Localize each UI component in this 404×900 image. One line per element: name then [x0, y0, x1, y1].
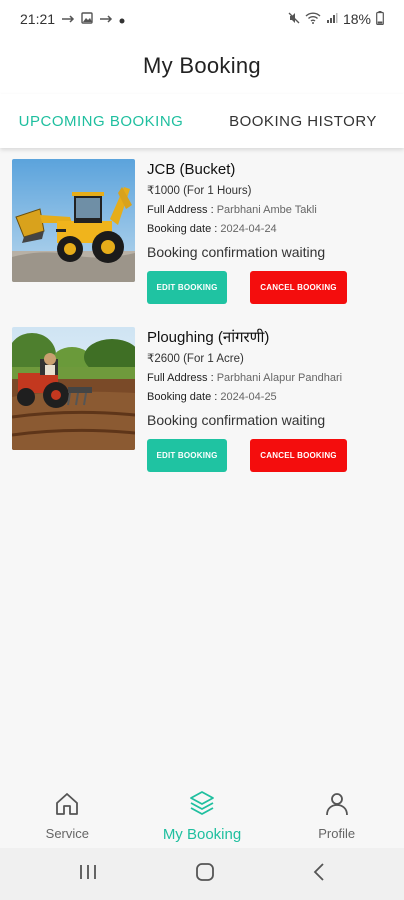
bottom-nav: Service My Booking Profile [0, 784, 404, 848]
recent-apps-icon[interactable] [78, 863, 98, 886]
date-value: 2024-04-25 [220, 391, 277, 403]
tab-bar: UPCOMING BOOKING BOOKING HISTORY [0, 94, 404, 148]
cancel-booking-button[interactable]: CANCEL BOOKING [250, 271, 347, 304]
address-value: Parbhani Alapur Pandhari [216, 372, 343, 384]
sync-icon [61, 11, 75, 27]
status-time: 21:21 [20, 11, 56, 27]
sync-icon-2 [99, 11, 113, 27]
system-nav-bar [0, 848, 404, 900]
mute-icon [288, 11, 300, 27]
address-value: Parbhani Ambe Takli [216, 204, 317, 216]
booking-actions: EDIT BOOKING CANCEL BOOKING [147, 271, 347, 304]
booking-price: ₹1000 (For 1 Hours) [147, 185, 252, 197]
address-label: Full Address : [147, 372, 214, 384]
home-icon [54, 791, 80, 822]
notification-dot-icon [119, 11, 125, 27]
booking-date-row: Booking date : 2024-04-25 [147, 388, 392, 407]
booking-title: Ploughing (नांगरणी) [147, 329, 270, 346]
page-title: My Booking [143, 53, 261, 78]
booking-info: Ploughing (नांगरणी) ₹2600 (For 1 Acre) F… [147, 327, 392, 431]
edit-booking-button[interactable]: EDIT BOOKING [147, 439, 227, 472]
person-icon [324, 791, 350, 822]
booking-address-row: Full Address : Parbhani Ambe Takli [147, 201, 392, 220]
booking-info: JCB (Bucket) ₹1000 (For 1 Hours) Full Ad… [147, 159, 392, 263]
nav-item-profile[interactable]: Profile [269, 784, 404, 848]
app-header: My Booking [0, 38, 404, 94]
nav-label-my-booking: My Booking [162, 826, 242, 843]
booking-title: JCB (Bucket) [147, 161, 236, 178]
layers-icon [188, 789, 216, 822]
status-right: 18% [288, 10, 384, 28]
cancel-booking-button[interactable]: CANCEL BOOKING [250, 439, 347, 472]
nav-item-service[interactable]: Service [0, 784, 135, 848]
tab-upcoming-booking[interactable]: UPCOMING BOOKING [0, 94, 202, 148]
battery-level: 18% [342, 11, 371, 27]
signal-icon [326, 11, 338, 27]
booking-address-row: Full Address : Parbhani Alapur Pandhari [147, 369, 392, 388]
back-icon[interactable] [312, 862, 326, 887]
jcb-image [12, 159, 135, 282]
date-label: Booking date : [147, 391, 218, 403]
ploughing-image [12, 327, 135, 450]
nav-item-my-booking[interactable]: My Booking [135, 784, 270, 848]
status-bar: 21:21 18% [0, 0, 404, 38]
edit-booking-button[interactable]: EDIT BOOKING [147, 271, 227, 304]
nav-label-profile: Profile [318, 826, 356, 841]
booking-date-row: Booking date : 2024-04-24 [147, 220, 392, 239]
booking-list: JCB (Bucket) ₹1000 (For 1 Hours) Full Ad… [0, 148, 404, 784]
date-value: 2024-04-24 [220, 223, 277, 235]
wifi-icon [305, 11, 321, 27]
nav-label-service: Service [45, 826, 90, 841]
booking-status: Booking confirmation waiting [147, 244, 326, 260]
date-label: Booking date : [147, 223, 218, 235]
booking-card: Ploughing (नांगरणी) ₹2600 (For 1 Acre) F… [12, 327, 392, 477]
battery-icon [376, 10, 384, 28]
booking-price: ₹2600 (For 1 Acre) [147, 353, 244, 365]
booking-status: Booking confirmation waiting [147, 412, 326, 428]
status-left: 21:21 [20, 11, 125, 27]
tab-booking-history[interactable]: BOOKING HISTORY [202, 94, 404, 148]
booking-card: JCB (Bucket) ₹1000 (For 1 Hours) Full Ad… [12, 159, 392, 309]
address-label: Full Address : [147, 204, 214, 216]
gallery-icon [81, 11, 93, 27]
booking-actions: EDIT BOOKING CANCEL BOOKING [147, 439, 347, 472]
home-button-icon[interactable] [195, 862, 215, 887]
